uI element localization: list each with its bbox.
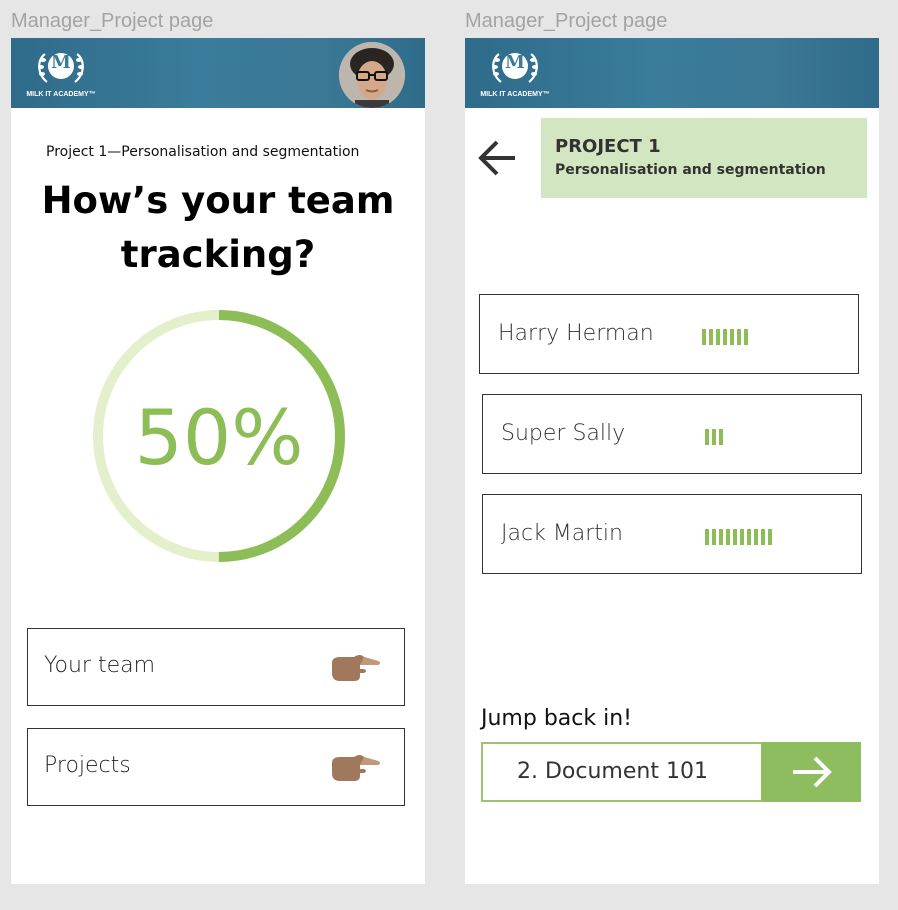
- resume-document-name: 2. Document 101: [517, 759, 708, 784]
- frame-label: Manager_Project page: [11, 10, 214, 32]
- manager-project-overview-screen: M MILK IT ACADEMY™ Project 1—Personalisa…: [11, 38, 425, 884]
- app-header: M MILK IT ACADEMY™: [11, 38, 425, 108]
- progress-tick: [705, 529, 709, 545]
- pointing-hand-icon: [332, 655, 380, 681]
- avatar-photo-icon: [339, 42, 405, 108]
- project-title: PROJECT 1: [555, 136, 661, 157]
- member-name: Harry Herman: [498, 321, 654, 346]
- progress-tick: [723, 329, 727, 345]
- progress-tick: [702, 329, 706, 345]
- progress-tick: [712, 429, 716, 445]
- progress-tick: [712, 529, 716, 545]
- progress-tick: [768, 529, 772, 545]
- team-progress-donut: 50%: [91, 308, 347, 564]
- app-header: M MILK IT ACADEMY™: [465, 38, 879, 108]
- your-team-label: Your team: [44, 653, 156, 678]
- team-member-card[interactable]: Jack Martin: [482, 494, 862, 574]
- progress-tick: [705, 429, 709, 445]
- manager-project-detail-screen: M MILK IT ACADEMY™ PROJECT 1 Personalisa…: [465, 38, 879, 884]
- milk-it-academy-logo[interactable]: M MILK IT ACADEMY™: [475, 46, 555, 102]
- logo-text: MILK IT ACADEMY™: [480, 91, 550, 98]
- projects-label: Projects: [44, 753, 131, 778]
- progress-tick: [730, 329, 734, 345]
- progress-tick: [709, 329, 713, 345]
- progress-percent-label: 50%: [135, 393, 304, 482]
- progress-tick: [754, 529, 758, 545]
- arrow-right-icon: [793, 756, 832, 788]
- progress-tick: [740, 529, 744, 545]
- progress-tick: [737, 329, 741, 345]
- project-banner: PROJECT 1 Personalisation and segmentati…: [541, 118, 867, 198]
- progress-tick: [719, 429, 723, 445]
- progress-tick: [747, 529, 751, 545]
- pointing-hand-icon: [332, 755, 380, 781]
- back-arrow-icon[interactable]: [475, 138, 519, 178]
- logo-letter: M: [505, 52, 525, 73]
- project-name: Project 1—Personalisation and segmentati…: [46, 144, 360, 160]
- member-name: Jack Martin: [501, 521, 623, 546]
- progress-tick: [726, 529, 730, 545]
- team-member-card[interactable]: Harry Herman: [479, 294, 859, 374]
- your-team-button[interactable]: Your team: [27, 628, 405, 706]
- logo-letter: M: [51, 52, 71, 73]
- headline-line-1: How’s your team: [41, 179, 395, 222]
- progress-tick: [716, 329, 720, 345]
- continue-button[interactable]: [761, 742, 861, 802]
- member-name: Super Sally: [501, 421, 626, 446]
- progress-tick: [761, 529, 765, 545]
- headline-line-2: tracking?: [120, 233, 316, 276]
- project-subtitle: Personalisation and segmentation: [555, 162, 826, 178]
- jump-back-heading: Jump back in!: [481, 706, 632, 731]
- progress-tick: [733, 529, 737, 545]
- member-progress-bar: [705, 529, 772, 545]
- milk-it-academy-logo[interactable]: M MILK IT ACADEMY™: [21, 46, 101, 102]
- user-avatar[interactable]: [339, 42, 405, 108]
- projects-button[interactable]: Projects: [27, 728, 405, 806]
- page-title: How’s your team tracking?: [11, 174, 425, 282]
- progress-tick: [744, 329, 748, 345]
- frame-label: Manager_Project page: [465, 10, 668, 32]
- member-progress-bar: [705, 429, 723, 445]
- jump-back-card[interactable]: 2. Document 101: [481, 742, 861, 802]
- member-progress-bar: [702, 329, 748, 345]
- progress-tick: [719, 529, 723, 545]
- team-member-card[interactable]: Super Sally: [482, 394, 862, 474]
- logo-text: MILK IT ACADEMY™: [26, 91, 96, 98]
